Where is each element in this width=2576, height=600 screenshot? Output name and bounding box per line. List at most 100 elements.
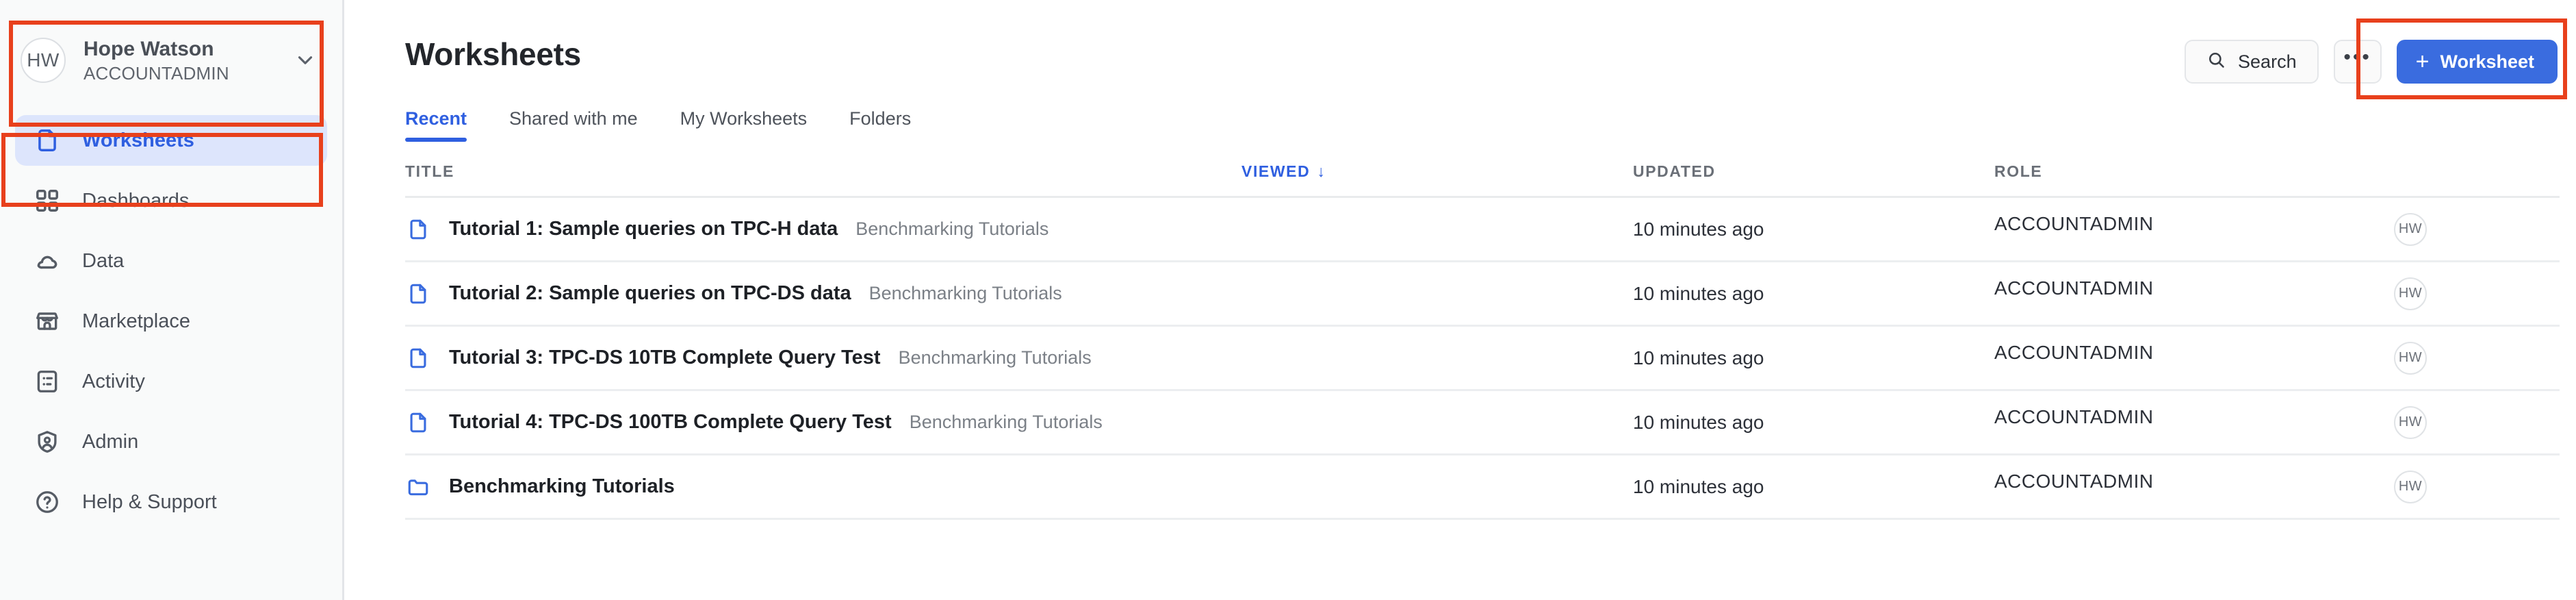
sidebar-item-label: Admin [82, 431, 138, 453]
storefront-icon [33, 307, 62, 336]
row-folder: Benchmarking Tutorials [910, 412, 1103, 433]
cloud-icon [33, 247, 62, 275]
sidebar-item-label: Marketplace [82, 310, 190, 333]
page-title: Worksheets [405, 36, 581, 73]
sidebar-item-label: Data [82, 250, 124, 273]
folder-icon [405, 474, 431, 500]
sidebar-item-help-support[interactable]: Help & Support [15, 477, 327, 527]
row-title-cell[interactable]: Tutorial 1: Sample queries on TPC-H data… [405, 216, 1241, 242]
row-title: Tutorial 1: Sample queries on TPC-H data [449, 218, 838, 240]
column-header-viewed[interactable]: VIEWED ↓ [1241, 162, 1633, 196]
sort-arrow-down-icon: ↓ [1317, 162, 1326, 181]
row-role: ACCOUNTADMIN [1994, 213, 2154, 234]
row-role: ACCOUNTADMIN [1994, 342, 2154, 363]
page-header: Worksheets Search ••• + Worksheet [405, 0, 2576, 84]
row-title: Tutorial 4: TPC-DS 100TB Complete Query … [449, 411, 892, 434]
document-icon [405, 410, 431, 436]
row-updated: 10 minutes ago [1633, 218, 1994, 240]
new-worksheet-button[interactable]: + Worksheet [2397, 40, 2558, 84]
tab-recent[interactable]: Recent [405, 108, 467, 142]
column-header-viewed-label: VIEWED [1241, 162, 1310, 181]
sidebar-item-marketplace[interactable]: Marketplace [15, 296, 327, 347]
sidebar: HW Hope Watson ACCOUNTADMIN Worksheets [0, 0, 344, 600]
table-row[interactable]: Tutorial 4: TPC-DS 100TB Complete Query … [405, 391, 2560, 455]
document-icon [405, 345, 431, 371]
document-icon [405, 216, 431, 242]
user-profile-switcher[interactable]: HW Hope Watson ACCOUNTADMIN [0, 22, 342, 99]
row-role: ACCOUNTADMIN [1994, 471, 2154, 492]
row-title: Tutorial 3: TPC-DS 10TB Complete Query T… [449, 347, 881, 369]
sidebar-item-data[interactable]: Data [15, 236, 327, 286]
column-header-updated[interactable]: UPDATED [1633, 162, 1994, 196]
table-header-row: TITLE VIEWED ↓ UPDATED ROLE [405, 162, 2560, 198]
table-row[interactable]: Benchmarking Tutorials 10 minutes ago AC… [405, 455, 2560, 520]
row-updated: 10 minutes ago [1633, 476, 1994, 498]
sidebar-item-activity[interactable]: Activity [15, 356, 327, 407]
avatar: HW [21, 38, 66, 83]
row-owner-cell: HW [2394, 213, 2501, 246]
sidebar-item-admin[interactable]: Admin [15, 416, 327, 467]
question-icon [33, 488, 62, 516]
profile-role: ACCOUNTADMIN [83, 64, 274, 84]
avatar: HW [2394, 471, 2427, 503]
sidebar-item-label: Worksheets [82, 129, 194, 152]
row-title-cell[interactable]: Benchmarking Tutorials [405, 474, 1241, 500]
row-role-wrap: ACCOUNTADMIN HW [1994, 342, 2501, 375]
row-owner-cell: HW [2394, 342, 2501, 375]
row-title: Benchmarking Tutorials [449, 475, 675, 498]
search-button[interactable]: Search [2185, 40, 2319, 84]
avatar: HW [2394, 277, 2427, 310]
table-row[interactable]: Tutorial 2: Sample queries on TPC-DS dat… [405, 262, 2560, 327]
row-role-wrap: ACCOUNTADMIN HW [1994, 213, 2501, 246]
document-icon [405, 281, 431, 307]
sidebar-item-label: Dashboards [82, 190, 189, 212]
tab-my-worksheets[interactable]: My Worksheets [680, 108, 808, 142]
avatar: HW [2394, 213, 2427, 246]
row-folder: Benchmarking Tutorials [855, 218, 1048, 240]
row-role: ACCOUNTADMIN [1994, 406, 2154, 427]
plus-icon: + [2416, 50, 2430, 73]
sidebar-item-label: Activity [82, 371, 145, 393]
tab-bar: Recent Shared with me My Worksheets Fold… [405, 108, 2576, 142]
main-content: Worksheets Search ••• + Worksheet Recent… [344, 0, 2576, 600]
row-updated: 10 minutes ago [1633, 283, 1994, 305]
row-role: ACCOUNTADMIN [1994, 277, 2154, 299]
search-button-label: Search [2238, 51, 2297, 73]
tab-folders[interactable]: Folders [849, 108, 911, 142]
row-role-wrap: ACCOUNTADMIN HW [1994, 471, 2501, 503]
search-icon [2206, 50, 2226, 74]
row-updated: 10 minutes ago [1633, 347, 1994, 369]
row-title: Tutorial 2: Sample queries on TPC-DS dat… [449, 282, 851, 305]
row-role-wrap: ACCOUNTADMIN HW [1994, 406, 2501, 439]
row-folder: Benchmarking Tutorials [869, 283, 1062, 304]
sidebar-nav: Worksheets Dashboards Data Marketplace [0, 115, 342, 537]
more-options-button[interactable]: ••• [2334, 40, 2382, 84]
row-title-cell[interactable]: Tutorial 4: TPC-DS 100TB Complete Query … [405, 410, 1241, 436]
row-folder: Benchmarking Tutorials [899, 347, 1092, 368]
chevron-down-icon[interactable] [292, 49, 319, 72]
row-title-cell[interactable]: Tutorial 3: TPC-DS 10TB Complete Query T… [405, 345, 1241, 371]
app-root: HW Hope Watson ACCOUNTADMIN Worksheets [0, 0, 2576, 600]
column-header-role[interactable]: ROLE [1994, 162, 2501, 196]
row-owner-cell: HW [2394, 277, 2501, 310]
row-owner-cell: HW [2394, 471, 2501, 503]
document-icon [33, 126, 62, 155]
tab-shared-with-me[interactable]: Shared with me [509, 108, 638, 142]
row-owner-cell: HW [2394, 406, 2501, 439]
avatar: HW [2394, 406, 2427, 439]
profile-text-block: Hope Watson ACCOUNTADMIN [83, 38, 274, 84]
row-role-wrap: ACCOUNTADMIN HW [1994, 277, 2501, 310]
new-worksheet-label: Worksheet [2440, 51, 2534, 73]
worksheets-table: TITLE VIEWED ↓ UPDATED ROLE Tutorial 1: … [405, 162, 2576, 520]
row-title-cell[interactable]: Tutorial 2: Sample queries on TPC-DS dat… [405, 281, 1241, 307]
table-row[interactable]: Tutorial 3: TPC-DS 10TB Complete Query T… [405, 327, 2560, 391]
row-updated: 10 minutes ago [1633, 412, 1994, 434]
column-header-title[interactable]: TITLE [405, 162, 1241, 196]
table-row[interactable]: Tutorial 1: Sample queries on TPC-H data… [405, 198, 2560, 262]
header-actions: Search ••• + Worksheet [2185, 36, 2558, 84]
sidebar-item-label: Help & Support [82, 491, 217, 514]
sidebar-item-dashboards[interactable]: Dashboards [15, 175, 327, 226]
activity-icon [33, 367, 62, 396]
sidebar-item-worksheets[interactable]: Worksheets [15, 115, 327, 166]
profile-name: Hope Watson [83, 38, 274, 60]
